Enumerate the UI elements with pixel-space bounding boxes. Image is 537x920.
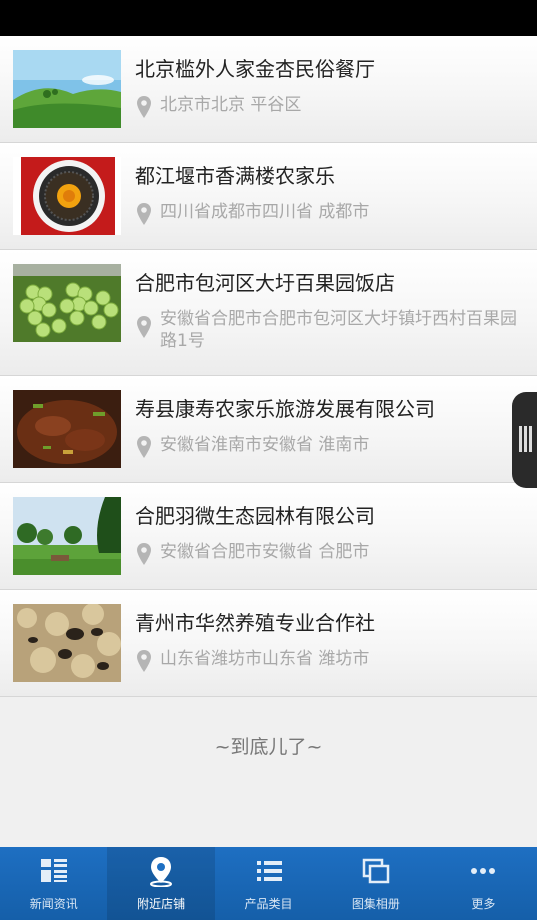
green-hills-photo-icon [13, 50, 121, 128]
store-list: 北京槛外人家金杏民俗餐厅 北京市北京 平谷区 都江堰市香满楼农家乐 四川省成都市… [0, 36, 537, 697]
end-of-list-text: ~到底儿了~ [214, 736, 323, 758]
store-address: 四川省成都市四川省 成都市 [160, 202, 370, 222]
store-address: 安徽省合肥市合肥市包河区大圩镇圩西村百果园路1号 [160, 309, 517, 351]
store-name: 北京槛外人家金杏民俗餐厅 [135, 57, 375, 81]
grapes-photo-icon [13, 264, 121, 342]
location-pin-icon [137, 96, 151, 118]
tab-label: 产品类目 [244, 897, 293, 911]
more-dots-icon [471, 868, 496, 874]
store-thumbnail [13, 497, 121, 575]
tab-gallery[interactable]: 图集相册 [322, 847, 429, 920]
list-item[interactable]: 寿县康寿农家乐旅游发展有限公司 安徽省淮南市安徽省 淮南市 [0, 376, 537, 483]
tab-product-categories[interactable]: 产品类目 [215, 847, 322, 920]
list-item[interactable]: 青州市华然养殖专业合作社 山东省潍坊市山东省 潍坊市 [0, 590, 537, 697]
tab-more[interactable]: 更多 [430, 847, 537, 920]
news-grid-icon [40, 859, 67, 882]
store-thumbnail [13, 390, 121, 468]
location-pin-icon [137, 203, 151, 225]
tab-label: 附近店铺 [137, 897, 186, 911]
store-thumbnail [13, 50, 121, 128]
gallery-icon [362, 858, 390, 884]
bottom-tab-bar: 新闻资讯 附近店铺 产品类目 图集相册 更多 [0, 847, 537, 920]
store-address: 山东省潍坊市山东省 潍坊市 [160, 649, 370, 669]
garden-park-photo-icon [13, 497, 121, 575]
tab-label: 更多 [471, 897, 496, 911]
tab-label: 图集相册 [351, 897, 400, 911]
location-pin-icon [150, 857, 173, 887]
store-name: 合肥市包河区大圩百果园饭店 [135, 271, 395, 295]
store-name: 寿县康寿农家乐旅游发展有限公司 [135, 397, 435, 421]
list-item[interactable]: 合肥市包河区大圩百果园饭店 安徽省合肥市合肥市包河区大圩镇圩西村百果园路1号 [0, 250, 537, 376]
location-pin-icon [137, 316, 151, 338]
list-icon [256, 861, 282, 881]
location-pin-icon [137, 543, 151, 565]
list-item[interactable]: 北京槛外人家金杏民俗餐厅 北京市北京 平谷区 [0, 36, 537, 143]
store-address: 北京市北京 平谷区 [160, 95, 302, 115]
store-name: 青州市华然养殖专业合作社 [135, 611, 375, 635]
side-drawer-handle[interactable] [512, 392, 537, 488]
handle-grip-icon [519, 426, 534, 456]
tab-label: 新闻资讯 [29, 897, 78, 911]
store-name: 都江堰市香满楼农家乐 [135, 164, 335, 188]
store-address: 安徽省淮南市安徽省 淮南市 [160, 435, 370, 455]
tab-news[interactable]: 新闻资讯 [0, 847, 107, 920]
store-thumbnail [13, 157, 121, 235]
location-pin-icon [137, 650, 151, 672]
braised-dish-photo-icon [13, 390, 121, 468]
store-address: 安徽省合肥市安徽省 合肥市 [160, 542, 370, 562]
list-item[interactable]: 都江堰市香满楼农家乐 四川省成都市四川省 成都市 [0, 143, 537, 250]
food-plate-photo-icon [13, 157, 121, 235]
store-name: 合肥羽微生态园林有限公司 [135, 504, 375, 528]
location-pin-icon [137, 436, 151, 458]
store-thumbnail [13, 604, 121, 682]
status-bar [0, 0, 537, 36]
list-item[interactable]: 合肥羽微生态园林有限公司 安徽省合肥市安徽省 合肥市 [0, 483, 537, 590]
store-thumbnail [13, 264, 121, 342]
tab-nearby-stores[interactable]: 附近店铺 [107, 847, 215, 920]
mushrooms-photo-icon [13, 604, 121, 682]
